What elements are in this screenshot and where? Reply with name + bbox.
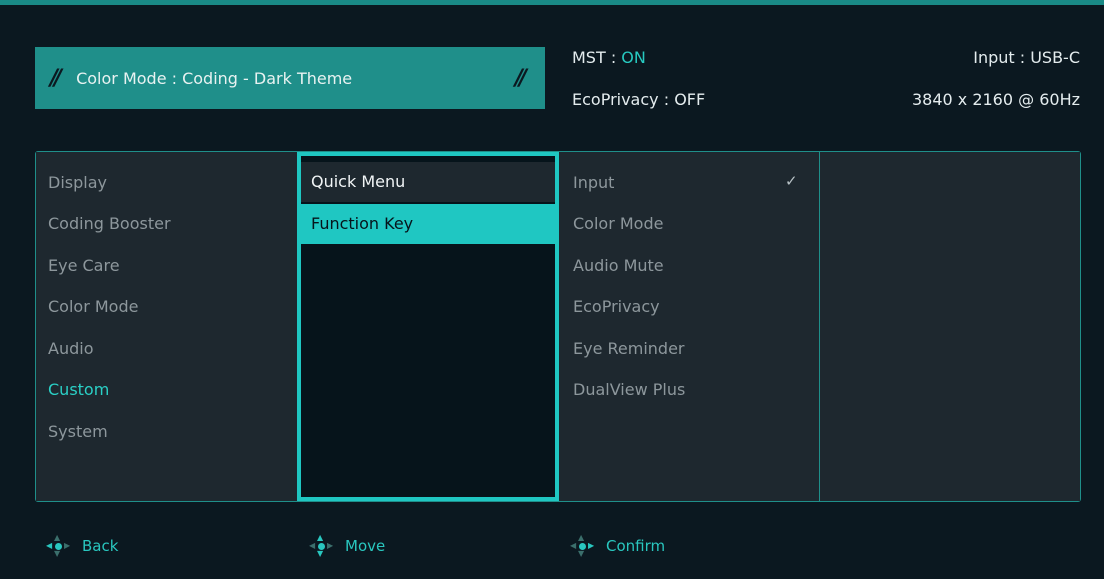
osd-menu-panel: Display Coding Booster Eye Care Color Mo… xyxy=(35,151,1081,502)
joystick-left-icon: ▲ ▼ ◀ ▶ xyxy=(46,533,71,558)
option-dualview-plus[interactable]: DualView Plus xyxy=(573,380,685,399)
menu-item-color-mode[interactable]: Color Mode xyxy=(48,297,138,316)
back-label: Back xyxy=(82,537,119,555)
option-audio-mute[interactable]: Audio Mute xyxy=(573,256,664,275)
menu-item-custom[interactable]: Custom xyxy=(48,380,109,399)
option-ecoprivacy[interactable]: EcoPrivacy xyxy=(573,297,660,316)
menu-item-coding-booster[interactable]: Coding Booster xyxy=(48,214,171,233)
joystick-updown-icon: ▲ ▼ ◀ ▶ xyxy=(309,533,334,558)
input-status: Input : USB-C xyxy=(973,48,1080,67)
main-menu-column: Display Coding Booster Eye Care Color Mo… xyxy=(36,152,297,501)
mst-label: MST : xyxy=(572,48,622,67)
double-slash-icon: // xyxy=(514,65,527,91)
confirm-hint[interactable]: ▲ ▼ ◀ ▶ Confirm xyxy=(570,533,666,558)
mst-value: ON xyxy=(621,48,646,67)
move-hint[interactable]: ▲ ▼ ◀ ▶ Move xyxy=(309,533,386,558)
menu-item-eye-care[interactable]: Eye Care xyxy=(48,256,120,275)
color-mode-banner: // Color Mode : Coding - Dark Theme // xyxy=(35,47,545,109)
resolution-status: 3840 x 2160 @ 60Hz xyxy=(911,90,1080,109)
top-accent-line xyxy=(0,0,1104,5)
back-hint[interactable]: ▲ ▼ ◀ ▶ Back xyxy=(46,533,119,558)
submenu-item-function-key[interactable]: Function Key xyxy=(301,204,555,244)
joystick-press-icon: ▲ ▼ ◀ ▶ xyxy=(570,533,595,558)
menu-item-audio[interactable]: Audio xyxy=(48,339,93,358)
check-icon: ✓ xyxy=(785,172,798,190)
option-eye-reminder[interactable]: Eye Reminder xyxy=(573,339,685,358)
submenu-item-quick-menu[interactable]: Quick Menu xyxy=(301,162,555,202)
move-label: Move xyxy=(345,537,386,555)
detail-column xyxy=(820,152,1080,501)
color-mode-label: Color Mode : Coding - Dark Theme xyxy=(76,68,353,88)
menu-item-system[interactable]: System xyxy=(48,422,108,441)
ecoprivacy-status: EcoPrivacy : OFF xyxy=(572,90,706,109)
menu-item-display[interactable]: Display xyxy=(48,173,107,192)
submenu-column: Quick Menu Function Key xyxy=(297,152,559,501)
confirm-label: Confirm xyxy=(606,537,666,555)
mst-status: MST : ON xyxy=(572,48,646,67)
option-color-mode[interactable]: Color Mode xyxy=(573,214,663,233)
option-input[interactable]: Input xyxy=(573,173,614,192)
options-column: Input ✓ Color Mode Audio Mute EcoPrivacy… xyxy=(559,152,820,501)
double-slash-icon: // xyxy=(50,65,62,91)
